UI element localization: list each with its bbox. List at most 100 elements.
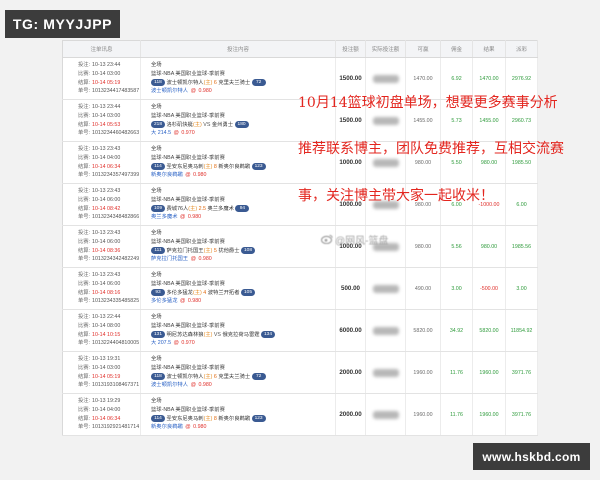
bet-info-cell: 投注: 10-13 23:43 比赛: 10-14 06:00 结算: 10-14 0… <box>62 267 141 310</box>
commission-amount: 11.76 <box>450 411 463 418</box>
settle-time-label: 结算: <box>78 289 91 296</box>
bet-time-label: 投注: <box>78 62 91 69</box>
blurred-actual-stake <box>372 326 399 335</box>
bet-info-cell: 投注: 10-13 19:29 比赛: 10-14 04:00 结算: 10-14 0… <box>62 393 141 436</box>
odds: 0.980 <box>193 424 207 431</box>
match-time-line: 比赛: 10-14 08:00 <box>78 322 140 331</box>
result-amount: 980.00 <box>480 243 498 250</box>
match-time: 10-14 08:00 <box>92 322 121 329</box>
payout-amount: 3971.76 <box>511 411 532 418</box>
home-team: 费城76人 <box>166 205 189 212</box>
bet-time: 10-13 23:44 <box>92 104 121 111</box>
home-team-badge: 218 <box>151 120 165 128</box>
stake-amount: 2000.00 <box>339 411 362 418</box>
result-cell: 980.00 <box>472 225 506 268</box>
ticket-no-line: 单号: 1013234417483587 <box>78 87 140 96</box>
match-time-label: 比赛: <box>78 322 91 329</box>
handicap: VS <box>213 331 221 338</box>
header-commission: 佣金 <box>440 40 473 58</box>
away-team-badge: 134 <box>261 330 276 338</box>
blurred-actual-stake <box>372 284 399 293</box>
match-time: 10-14 04:00 <box>92 154 121 161</box>
selection: 新奥尔良鹈鹕 <box>151 172 183 179</box>
bet-time-label: 投注: <box>78 272 91 279</box>
screenshot: TG: MYYJJPP 注单讯息 投注内容 投注额 实际投注额 可赢 佣金 结果… <box>0 0 600 480</box>
result-amount: -500.00 <box>480 285 498 292</box>
ticket-no-label: 单号: <box>78 382 91 389</box>
commission-cell: 6.92 <box>440 57 473 100</box>
bet-time: 10-13 19:29 <box>92 398 121 405</box>
home-team: 明尼苏达森林狼 <box>166 331 204 338</box>
settle-time-line: 结算: 10-14 05:19 <box>78 79 140 88</box>
stake-cell: 6000.00 <box>335 309 366 352</box>
header-result: 结果 <box>472 40 506 58</box>
settle-time-line: 结算: 10-14 10:15 <box>78 331 140 340</box>
stake-amount: 500.00 <box>341 285 360 292</box>
settle-time-label: 结算: <box>78 163 91 170</box>
settle-time: 10-14 10:15 <box>92 331 121 338</box>
at-sign: @ <box>179 298 186 305</box>
odds: 0.970 <box>181 130 195 137</box>
bet-period: 全场 <box>151 398 162 405</box>
settle-time-label: 结算: <box>78 79 91 86</box>
odds: 0.980 <box>198 88 212 95</box>
ticket-no: 1013234417483587 <box>92 88 140 95</box>
to-win-amount: 5820.00 <box>413 327 433 334</box>
settle-time: 10-14 05:19 <box>92 373 121 380</box>
odds: 0.970 <box>181 340 195 347</box>
stake-cell: 500.00 <box>335 267 366 310</box>
to-win-cell: 980.00 <box>405 225 441 268</box>
match-line: 109 费城76人(主) 2.5 奥兰多魔术 94 <box>151 204 335 214</box>
stake-amount: 2000.00 <box>339 369 362 376</box>
bet-info-cell: 投注: 10-13 23:44 比赛: 10-14 03:00 结算: 10-14 0… <box>62 57 141 100</box>
ticket-no: 1013193108467371 <box>92 382 140 389</box>
pick-line: 多伦多猛龙 @ 0.980 <box>151 297 335 306</box>
home-team: 多伦多猛龙 <box>166 289 193 296</box>
settle-time-label: 结算: <box>78 373 91 380</box>
match-time: 10-14 03:00 <box>92 364 121 371</box>
pick-line: 奥兰多魔术 @ 0.980 <box>151 213 335 222</box>
selection: 大 214.5 <box>151 130 172 137</box>
settle-time-label: 结算: <box>78 121 91 128</box>
bet-time-line: 投注: 10-13 23:44 <box>78 103 140 112</box>
bet-time: 10-13 23:43 <box>92 188 121 195</box>
settle-time: 10-14 06:34 <box>92 163 121 170</box>
ticket-no-label: 单号: <box>78 88 91 95</box>
away-team: 金州勇士 <box>211 121 234 128</box>
payout-amount: 1985.50 <box>511 159 532 166</box>
home-mark: (主) <box>203 373 213 380</box>
match-time: 10-14 06:00 <box>92 280 121 287</box>
home-team-badge: 118 <box>151 372 165 380</box>
bet-time-label: 投注: <box>78 398 91 405</box>
handicap: 5 <box>213 247 217 254</box>
payout-amount: 3971.76 <box>511 369 532 376</box>
weibo-watermark: @网风-篮盘 <box>321 233 388 247</box>
away-team: 新奥尔良鹈鹕 <box>218 415 251 422</box>
bet-info-cell: 投注: 10-13 23:43 比赛: 10-14 06:00 结算: 10-14 0… <box>62 225 141 268</box>
settle-time: 10-14 08:36 <box>92 247 121 254</box>
payout-amount: 3.00 <box>516 285 527 292</box>
payout-cell: 3.00 <box>505 267 538 310</box>
away-team: 克里夫兰骑士 <box>218 373 251 380</box>
payout-cell: 3971.76 <box>505 351 538 394</box>
bet-content-cell: 全场 篮球-NBA 美国职业篮球-季前赛 114 圣安东尼奥马刺(主) 8 新奥… <box>140 393 336 436</box>
bet-time-label: 投注: <box>78 146 91 153</box>
bet-time: 10-13 23:43 <box>92 272 121 279</box>
odds: 0.980 <box>187 214 202 221</box>
settle-time-label: 结算: <box>78 331 91 338</box>
table-header: 注单讯息 投注内容 投注额 实际投注额 可赢 佣金 结果 派彩 <box>62 40 538 58</box>
league-name: 篮球-NBA 美国职业篮球-季前赛 <box>151 238 225 245</box>
table-row: 投注: 10-13 23:44 比赛: 10-14 03:00 结算: 10-14 0… <box>62 57 538 100</box>
bet-time-line: 投注: 10-13 19:29 <box>78 397 140 406</box>
at-sign: @ <box>173 340 179 347</box>
match-line: 111 萨克拉门托国王(主) 5 犹他爵士 108 <box>151 246 335 256</box>
to-win-cell: 1960.00 <box>405 393 441 436</box>
telegram-watermark: TG: MYYJJPP <box>5 10 120 38</box>
ticket-no-line: 单号: 1013234460482663 <box>78 129 140 138</box>
bet-info-cell: 投注: 10-13 22:44 比赛: 10-14 08:00 结算: 10-14 1… <box>62 309 141 352</box>
at-sign: @ <box>179 214 186 221</box>
league-name: 篮球-NBA 美国职业篮球-季前赛 <box>151 112 225 119</box>
bet-time-label: 投注: <box>78 314 91 321</box>
home-team-badge: 118 <box>151 78 165 86</box>
result-cell: -500.00 <box>472 267 506 310</box>
